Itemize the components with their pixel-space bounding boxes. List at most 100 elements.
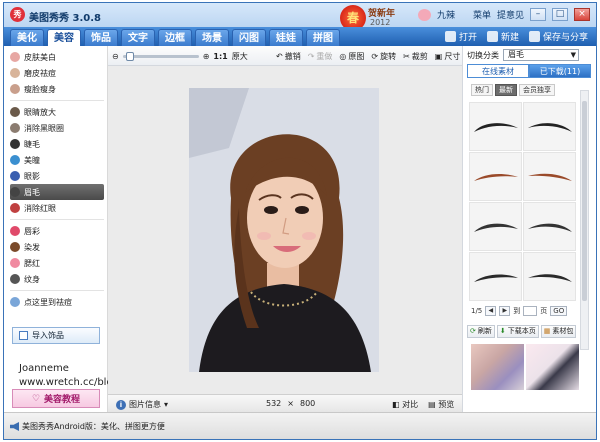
sidebar-item[interactable]: 眉毛 (10, 184, 104, 200)
zoom-out-icon[interactable]: ⊖ (112, 52, 119, 61)
tab-1[interactable]: 美容 (47, 29, 81, 46)
eyebrow-material[interactable] (523, 202, 576, 251)
sidebar-item-icon (10, 226, 20, 236)
sidebar-item[interactable]: 唇彩 (10, 223, 104, 239)
category-value: 眉毛 (508, 50, 524, 59)
app-logo-icon: 秀 (10, 7, 25, 22)
import-accessory-button[interactable]: 导入饰品 (12, 327, 100, 344)
feedback-link[interactable]: 提意见 (497, 8, 524, 21)
user-name[interactable]: 九辣 (437, 8, 455, 21)
sidebar-item[interactable]: 腮红 (10, 255, 104, 271)
tab-7[interactable]: 娃娃 (269, 29, 303, 46)
page-number-input[interactable] (523, 306, 538, 316)
eyebrow-material[interactable] (469, 202, 522, 251)
zoom-in-icon[interactable]: ⊕ (203, 52, 210, 61)
preview-icon: ▤ (428, 400, 436, 409)
original-image-button[interactable]: ◎ 原图 (339, 51, 364, 62)
save-share-button[interactable]: 保存与分享 (528, 30, 588, 43)
tab-4[interactable]: 边框 (158, 29, 192, 46)
material-pack-button[interactable]: ▦ 素材包 (540, 325, 577, 338)
sidebar-item[interactable]: 瘦脸瘦身 (10, 81, 104, 97)
preview-button[interactable]: ▤ 预览 (428, 399, 454, 410)
actual-size-label[interactable]: 原大 (232, 51, 248, 62)
eyebrow-material[interactable] (523, 102, 576, 151)
promo-thumbnail[interactable] (471, 344, 524, 390)
tab-2[interactable]: 饰品 (84, 29, 118, 46)
sidebar-item[interactable]: 纹身 (10, 271, 104, 287)
tab-8[interactable]: 拼图 (306, 29, 340, 46)
zoom-slider[interactable] (122, 52, 199, 61)
tab-downloaded[interactable]: 已下载(11) (529, 64, 591, 78)
eyebrow-material[interactable] (469, 252, 522, 301)
material-scrollbar[interactable] (580, 90, 589, 350)
edited-portrait-photo[interactable] (189, 88, 379, 372)
tab-6[interactable]: 闪图 (232, 29, 266, 46)
redo-button[interactable]: ↷ 重做 (308, 51, 333, 62)
rotate-icon: ⟳ (371, 52, 379, 61)
sidebar-item-icon (10, 242, 20, 252)
undo-button[interactable]: ↶ 撤销 (276, 51, 301, 62)
sidebar-item-label: 磨皮祛痘 (24, 68, 56, 78)
page-unit-label: 页 (540, 307, 548, 315)
minimize-button[interactable]: – (530, 8, 546, 21)
rotate-button[interactable]: ⟳ 旋转 (371, 51, 396, 62)
tab-3[interactable]: 文字 (121, 29, 155, 46)
tab-5[interactable]: 场景 (195, 29, 229, 46)
zoom-slider-knob[interactable] (126, 52, 135, 61)
android-promo-message[interactable]: 美图秀秀Android版：美化、拼图更方便 (10, 421, 165, 432)
tab-0[interactable]: 美化 (10, 29, 44, 46)
redo-icon: ↷ (307, 52, 315, 61)
new-button[interactable]: 新建 (486, 30, 519, 43)
material-sub-tab[interactable]: 最新 (495, 84, 517, 96)
compare-label: 对比 (402, 400, 419, 409)
download-page-button[interactable]: ⬇ 下载本页 (496, 325, 539, 338)
sidebar-item[interactable]: 消除红眼 (10, 200, 104, 216)
crop-label: 裁剪 (411, 52, 428, 61)
sidebar-item[interactable]: 消除黑眼圈 (10, 120, 104, 136)
sidebar-item-label: 睫毛 (24, 139, 40, 149)
next-page-button[interactable]: ▶ (499, 306, 511, 316)
category-select[interactable]: 眉毛 ▼ (503, 49, 579, 61)
main-tab-bar: 美化 美容 饰品 文字 边框 场景 闪图 娃娃 拼图 打开 新建 保存与分享 (4, 27, 596, 46)
tab-online-materials[interactable]: 在线素材 (467, 64, 529, 78)
resize-button[interactable]: ▣ 尺寸 (435, 51, 461, 62)
refresh-button[interactable]: ⟳ 刷新 (467, 325, 495, 338)
close-button[interactable]: × (574, 8, 590, 21)
sidebar-item[interactable]: 染发 (10, 239, 104, 255)
sidebar-item[interactable]: 美瞳 (10, 152, 104, 168)
go-button[interactable]: GO (550, 306, 568, 316)
plus-icon (486, 31, 498, 42)
material-sub-tab[interactable]: 会员独享 (519, 84, 555, 96)
user-avatar[interactable] (417, 8, 431, 21)
save-share-label: 保存与分享 (542, 33, 588, 43)
remove-acne-link[interactable]: 点这里到祛痘 (10, 294, 104, 310)
sidebar-item-label: 消除黑眼圈 (24, 123, 64, 133)
download-icon: ⬇ (499, 327, 506, 335)
sidebar-item[interactable]: 磨皮祛痘 (10, 65, 104, 81)
sidebar-item[interactable]: 睫毛 (10, 136, 104, 152)
eyebrow-material[interactable] (469, 102, 522, 151)
beauty-tutorial-button[interactable]: ♡ 美容教程 (12, 389, 100, 408)
menu-link[interactable]: 菜单 (473, 8, 491, 21)
actual-size-ratio[interactable]: 1:1 (213, 52, 227, 61)
sidebar-item-icon (10, 107, 20, 117)
compare-button[interactable]: ◧ 对比 (392, 399, 418, 410)
eyebrow-material[interactable] (523, 152, 576, 201)
crop-button[interactable]: ✂ 裁剪 (403, 51, 428, 62)
promo-thumbnail[interactable] (526, 344, 579, 390)
eyebrow-material[interactable] (469, 152, 522, 201)
sidebar-item[interactable]: 眼影 (10, 168, 104, 184)
eyebrow-material[interactable] (523, 252, 576, 301)
prev-page-button[interactable]: ◀ (485, 306, 497, 316)
material-sub-tab[interactable]: 热门 (471, 84, 493, 96)
sidebar-item[interactable]: 眼睛放大 (10, 104, 104, 120)
sidebar-item[interactable]: 皮肤美白 (10, 49, 104, 65)
sidebar-item-label: 皮肤美白 (24, 52, 56, 62)
scrollbar-thumb[interactable] (582, 101, 587, 301)
maximize-button[interactable]: □ (552, 8, 568, 21)
tutorial-label: 美容教程 (44, 395, 81, 405)
image-info-button[interactable]: i 图片信息 ▾ (116, 399, 168, 410)
bottom-message-text: 美图秀秀Android版：美化、拼图更方便 (22, 422, 165, 431)
sidebar-item-icon (10, 68, 20, 78)
open-button[interactable]: 打开 (444, 30, 477, 43)
